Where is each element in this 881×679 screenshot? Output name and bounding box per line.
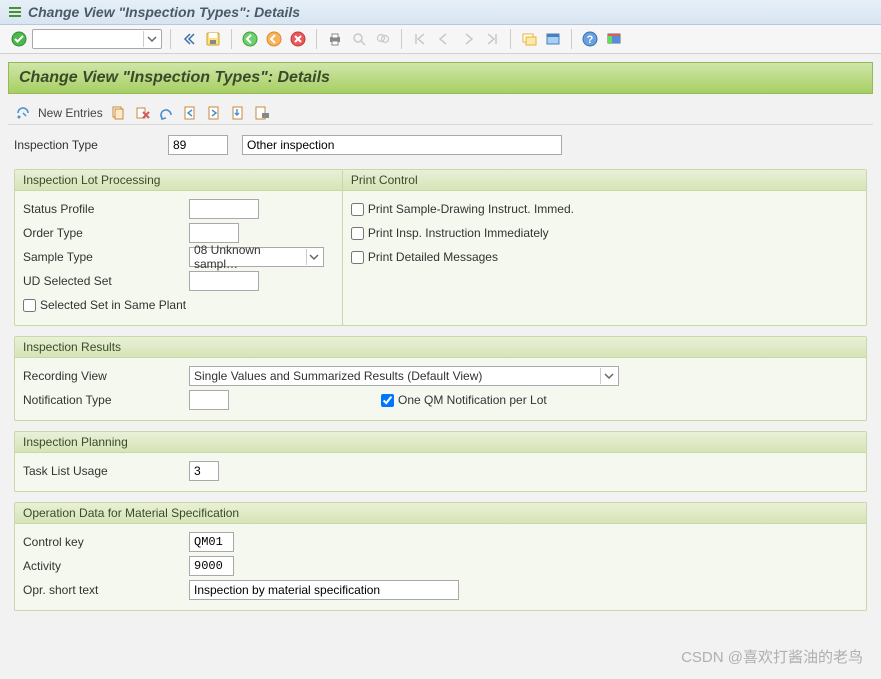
back-icon[interactable] <box>179 29 199 49</box>
inspection-results-group: Inspection Results Recording View Single… <box>14 336 867 421</box>
print-detailed-messages-input[interactable] <box>351 251 364 264</box>
operation-data-title: Operation Data for Material Specificatio… <box>15 503 866 524</box>
operation-data-group: Operation Data for Material Specificatio… <box>14 502 867 611</box>
selected-set-same-plant-checkbox[interactable]: Selected Set in Same Plant <box>23 298 186 312</box>
task-list-usage-input[interactable] <box>189 461 219 481</box>
command-field[interactable] <box>32 29 162 49</box>
page-title-band: Change View "Inspection Types": Details <box>8 62 873 94</box>
separator <box>510 29 511 49</box>
separator <box>170 29 171 49</box>
chevron-down-icon[interactable] <box>143 31 159 47</box>
print-sample-drawing-label: Print Sample-Drawing Instruct. Immed. <box>368 202 574 216</box>
task-list-usage-label: Task List Usage <box>23 464 183 478</box>
other-entry-icon[interactable] <box>229 104 247 122</box>
selected-set-same-plant-label: Selected Set in Same Plant <box>40 298 186 312</box>
page-title: Change View "Inspection Types": Details <box>19 69 330 86</box>
control-key-input[interactable] <box>189 532 234 552</box>
window-title: Change View "Inspection Types": Details <box>28 4 300 20</box>
lot-processing-title: Inspection Lot Processing <box>15 170 342 191</box>
next-page-icon <box>458 29 478 49</box>
notification-type-input[interactable] <box>189 390 229 410</box>
separator <box>401 29 402 49</box>
menu-icon[interactable] <box>8 5 22 19</box>
separator <box>231 29 232 49</box>
activity-label: Activity <box>23 559 183 573</box>
opr-short-text-input[interactable] <box>189 580 459 600</box>
print-entry-icon[interactable] <box>253 104 271 122</box>
recording-view-select[interactable]: Single Values and Summarized Results (De… <box>189 366 619 386</box>
chevron-down-icon[interactable] <box>306 249 321 265</box>
layout-icon[interactable] <box>604 29 624 49</box>
next-entry-icon[interactable] <box>205 104 223 122</box>
print-insp-instruction-checkbox[interactable]: Print Insp. Instruction Immediately <box>351 226 549 240</box>
delete-icon[interactable] <box>133 104 151 122</box>
print-sample-drawing-input[interactable] <box>351 203 364 216</box>
ud-selected-set-input[interactable] <box>189 271 259 291</box>
recording-view-value: Single Values and Summarized Results (De… <box>194 369 482 383</box>
opr-short-text-label: Opr. short text <box>23 583 183 597</box>
inspection-type-label: Inspection Type <box>14 138 154 152</box>
inspection-planning-title: Inspection Planning <box>15 432 866 453</box>
inspection-type-row: Inspection Type <box>14 135 867 155</box>
new-session-icon[interactable] <box>519 29 539 49</box>
sample-type-label: Sample Type <box>23 250 183 264</box>
notification-type-label: Notification Type <box>23 393 183 407</box>
chevron-down-icon[interactable] <box>600 368 616 384</box>
status-profile-input[interactable] <box>189 199 259 219</box>
svg-text:?: ? <box>587 34 594 46</box>
selected-set-same-plant-input[interactable] <box>23 299 36 312</box>
print-detailed-messages-label: Print Detailed Messages <box>368 250 498 264</box>
back-green-icon[interactable] <box>240 29 260 49</box>
activity-input[interactable] <box>189 556 234 576</box>
print-detailed-messages-checkbox[interactable]: Print Detailed Messages <box>351 250 498 264</box>
help-icon[interactable]: ? <box>580 29 600 49</box>
inspection-type-code-input[interactable] <box>168 135 228 155</box>
inspection-results-title: Inspection Results <box>15 337 866 358</box>
order-type-label: Order Type <box>23 226 183 240</box>
sample-type-select[interactable]: 08 Unknown sampl… <box>189 247 324 267</box>
print-insp-instruction-label: Print Insp. Instruction Immediately <box>368 226 549 240</box>
prev-entry-icon[interactable] <box>181 104 199 122</box>
print-control-title: Print Control <box>343 170 866 191</box>
window-title-bar: Change View "Inspection Types": Details <box>0 0 881 25</box>
one-qm-notif-checkbox[interactable]: One QM Notification per Lot <box>381 393 547 407</box>
main-toolbar: ? <box>0 25 881 54</box>
undo-icon[interactable] <box>157 104 175 122</box>
separator <box>316 29 317 49</box>
prev-page-icon <box>434 29 454 49</box>
watermark: CSDN @喜欢打酱油的老鸟 <box>681 646 863 667</box>
inspection-type-desc-input[interactable] <box>242 135 562 155</box>
exit-orange-icon[interactable] <box>264 29 284 49</box>
print-icon[interactable] <box>325 29 345 49</box>
control-key-label: Control key <box>23 535 183 549</box>
print-insp-instruction-input[interactable] <box>351 227 364 240</box>
order-type-input[interactable] <box>189 223 239 243</box>
lot-processing-group: Inspection Lot Processing Status Profile… <box>14 169 343 326</box>
separator <box>571 29 572 49</box>
recording-view-label: Recording View <box>23 369 183 383</box>
find-icon <box>349 29 369 49</box>
sample-type-value: 08 Unknown sampl… <box>194 243 302 271</box>
new-entries-button[interactable]: New Entries <box>38 106 103 120</box>
one-qm-notif-label: One QM Notification per Lot <box>398 393 547 407</box>
inspection-planning-group: Inspection Planning Task List Usage <box>14 431 867 492</box>
save-icon[interactable] <box>203 29 223 49</box>
enter-icon[interactable] <box>10 30 28 48</box>
find-next-icon <box>373 29 393 49</box>
one-qm-notif-input[interactable] <box>381 394 394 407</box>
status-profile-label: Status Profile <box>23 202 183 216</box>
cancel-red-icon[interactable] <box>288 29 308 49</box>
print-control-group: Print Control Print Sample-Drawing Instr… <box>342 169 867 326</box>
toggle-icon[interactable] <box>14 104 32 122</box>
print-sample-drawing-checkbox[interactable]: Print Sample-Drawing Instruct. Immed. <box>351 202 574 216</box>
ud-selected-set-label: UD Selected Set <box>23 274 183 288</box>
copy-icon[interactable] <box>109 104 127 122</box>
app-toolbar: New Entries <box>8 102 873 125</box>
last-page-icon <box>482 29 502 49</box>
first-page-icon <box>410 29 430 49</box>
shortcut-icon[interactable] <box>543 29 563 49</box>
